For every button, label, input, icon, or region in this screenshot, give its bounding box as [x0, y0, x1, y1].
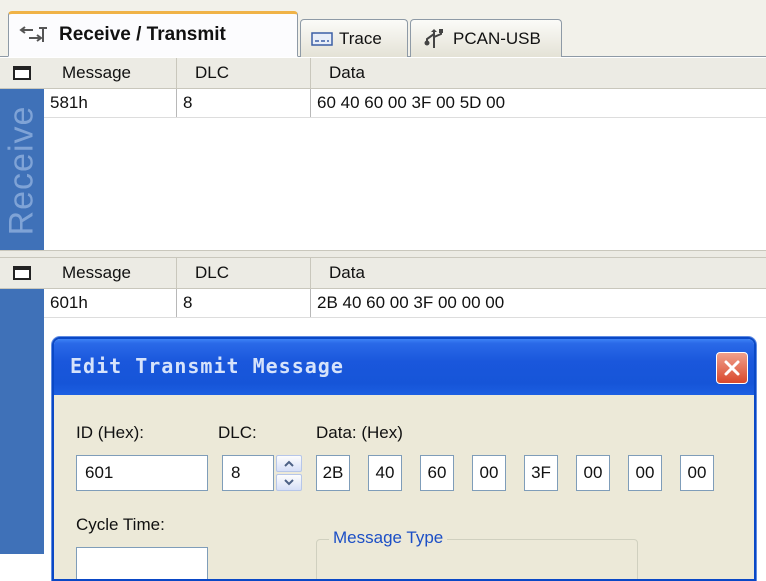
tab-strip: Receive / Transmit Trace PCAN-USB: [0, 0, 766, 57]
cell-dlc: 8: [176, 89, 310, 117]
tab-label: Receive / Transmit: [59, 24, 226, 45]
window-icon: [13, 266, 31, 280]
close-icon: [724, 360, 740, 376]
table-row[interactable]: 601h 8 2B 40 60 00 3F 00 00 00: [44, 289, 766, 318]
usb-icon: [421, 28, 447, 50]
data-label: Data: (Hex): [316, 423, 403, 442]
window-icon: [13, 66, 31, 80]
collapse-receive-button[interactable]: [0, 58, 44, 89]
dlc-spinner[interactable]: [276, 455, 302, 491]
id-label: ID (Hex):: [76, 423, 144, 442]
data-byte-2[interactable]: 60: [420, 455, 454, 491]
dlc-label: DLC:: [218, 423, 257, 442]
close-button[interactable]: [716, 352, 748, 384]
dialog-titlebar[interactable]: Edit Transmit Message: [54, 339, 754, 395]
cycle-time-input[interactable]: [76, 547, 208, 579]
receive-sidebar: Receive: [0, 58, 44, 250]
spin-up-button[interactable]: [276, 455, 302, 472]
tab-receive-transmit[interactable]: Receive / Transmit: [8, 11, 298, 57]
column-header-message[interactable]: Message: [44, 258, 176, 288]
dialog-title: Edit Transmit Message: [70, 354, 344, 378]
cell-message: 581h: [50, 93, 88, 112]
data-byte-4[interactable]: 3F: [524, 455, 558, 491]
receive-header: Message DLC Data: [44, 58, 766, 89]
id-input[interactable]: 601: [76, 455, 208, 491]
edit-transmit-message-dialog: Edit Transmit Message ID (Hex): DLC: Dat…: [52, 337, 756, 581]
chevron-up-icon: [284, 460, 294, 467]
column-header-data[interactable]: Data: [310, 258, 766, 288]
cell-data: 60 40 60 00 3F 00 5D 00: [310, 89, 766, 117]
chevron-down-icon: [284, 479, 294, 486]
data-byte-3[interactable]: 00: [472, 455, 506, 491]
dlc-input[interactable]: 8: [222, 455, 274, 491]
message-type-label: Message Type: [329, 528, 448, 548]
tab-pcan-usb[interactable]: PCAN-USB: [410, 19, 562, 57]
cycle-time-label: Cycle Time:: [76, 515, 165, 534]
table-row[interactable]: 581h 8 60 40 60 00 3F 00 5D 00: [44, 89, 766, 118]
collapse-transmit-button[interactable]: [0, 258, 44, 289]
cell-data: 2B 40 60 00 3F 00 00 00: [310, 289, 766, 317]
column-header-dlc[interactable]: DLC: [176, 258, 310, 288]
data-byte-5[interactable]: 00: [576, 455, 610, 491]
data-byte-7[interactable]: 00: [680, 455, 714, 491]
column-header-data[interactable]: Data: [310, 58, 766, 88]
transmit-sidebar: [0, 258, 44, 554]
receive-transmit-icon: [19, 26, 53, 44]
tab-label: PCAN-USB: [453, 28, 541, 48]
receive-side-label: Receive: [2, 105, 41, 235]
cell-message: 601h: [50, 293, 88, 312]
data-byte-6[interactable]: 00: [628, 455, 662, 491]
data-byte-1[interactable]: 40: [368, 455, 402, 491]
trace-icon: [311, 31, 333, 47]
data-byte-0[interactable]: 2B: [316, 455, 350, 491]
cell-dlc: 8: [176, 289, 310, 317]
spin-down-button[interactable]: [276, 474, 302, 491]
tab-label: Trace: [339, 28, 382, 48]
column-header-message[interactable]: Message: [44, 58, 176, 88]
message-type-group: Message Type: [316, 528, 638, 579]
pane-splitter[interactable]: [0, 250, 766, 258]
column-header-dlc[interactable]: DLC: [176, 58, 310, 88]
tab-trace[interactable]: Trace: [300, 19, 408, 57]
receive-pane: Receive Message DLC Data 581h 8 60 40 60…: [0, 58, 766, 250]
transmit-header: Message DLC Data: [44, 258, 766, 289]
